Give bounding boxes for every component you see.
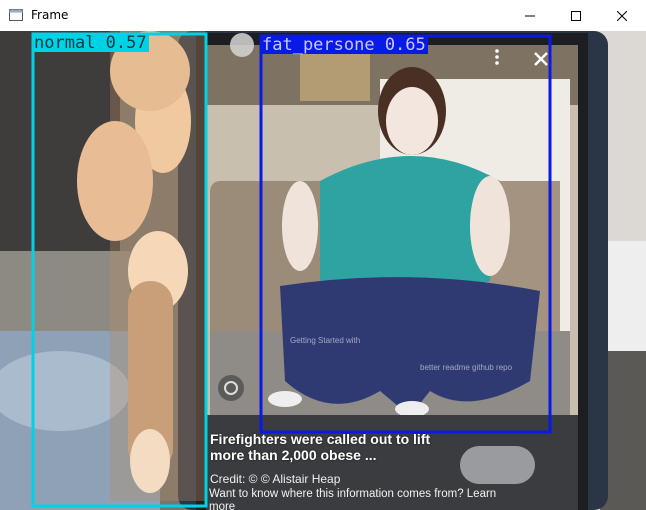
title-bar[interactable]: Frame [0, 0, 646, 32]
detection-label-fat-persone: fat_persone 0.65 [260, 35, 428, 55]
minimize-icon [525, 15, 535, 16]
maximize-icon [571, 10, 581, 21]
news-headline[interactable]: Firefighters were called out to lift mor… [210, 431, 445, 463]
minimize-button[interactable] [507, 0, 553, 31]
app-icon [9, 9, 23, 21]
window-title: Frame [31, 8, 69, 22]
camera-frame: Getting Started with better readme githu… [0, 31, 646, 510]
more-icon [495, 49, 499, 65]
news-credit: Credit: © © Alistair Heap [210, 472, 341, 486]
close-button[interactable] [599, 0, 645, 31]
app-window: Frame Getting Started with better readme… [0, 0, 646, 510]
detection-label-normal: normal 0.57 [32, 33, 149, 53]
lens-icon [218, 375, 244, 401]
profile-icon [230, 33, 254, 57]
news-body: Want to know where this information come… [209, 488, 497, 510]
visit-button[interactable] [460, 446, 535, 484]
faded-caption: Getting Started with [290, 336, 361, 345]
close-icon [617, 10, 627, 21]
faded-caption: better readme github repo [420, 363, 513, 372]
maximize-button[interactable] [553, 0, 599, 31]
